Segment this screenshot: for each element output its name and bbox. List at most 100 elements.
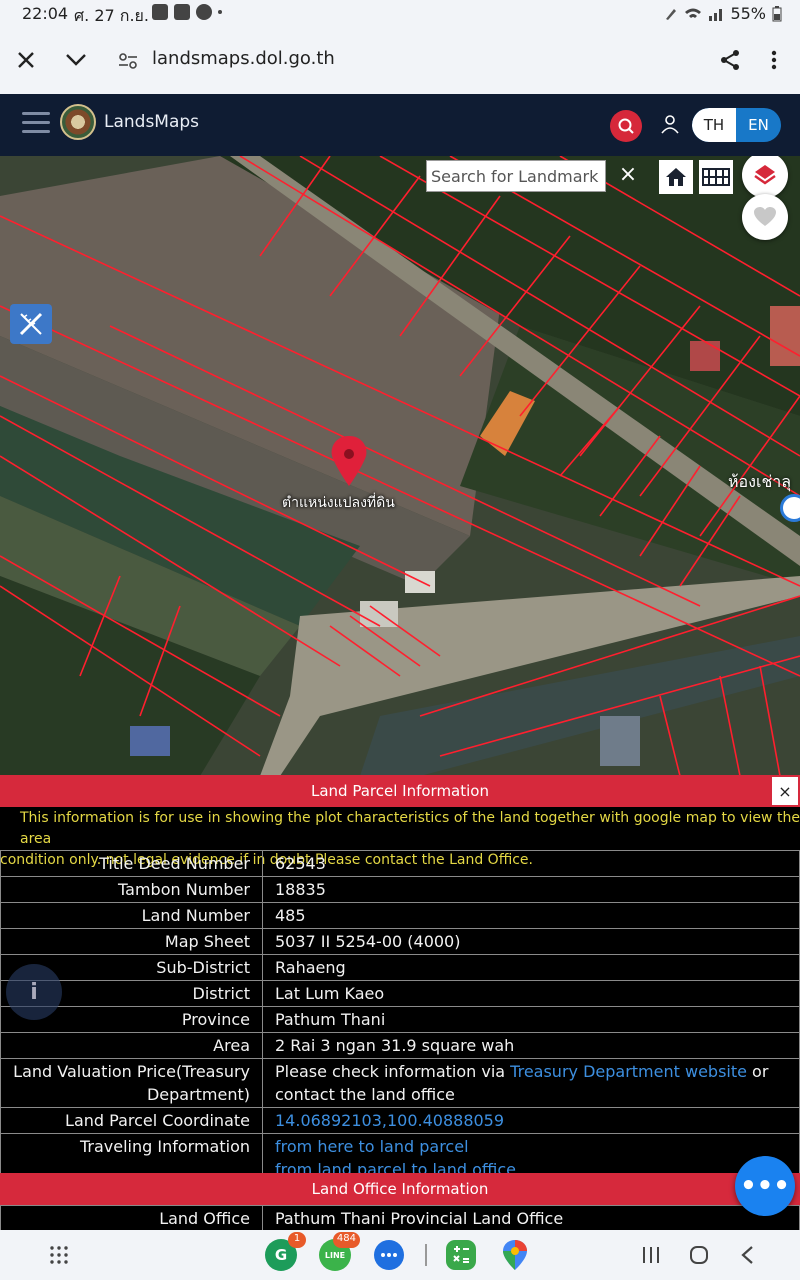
wifi-icon [685, 8, 702, 18]
row-value: Rahaeng [262, 954, 800, 981]
grid-toggle-button[interactable] [699, 160, 733, 194]
close-tab-button[interactable] [8, 42, 44, 78]
row-value: Pathum Thani Provincial Land Office [262, 1205, 800, 1230]
row-key: Land Valuation Price(Treasury Department… [0, 1058, 263, 1108]
row-value: 14.06892103,100.40888059 [262, 1107, 800, 1134]
maps-app-button[interactable] [498, 1238, 532, 1272]
heart-icon [754, 207, 776, 226]
table-row: Tambon Number 18835 [0, 876, 800, 903]
table-row: Title Deed Number 62543 [0, 850, 800, 877]
table-row: Land Valuation Price(Treasury Department… [0, 1058, 800, 1108]
row-value: Please check information via Treasury De… [262, 1058, 800, 1108]
menu-icon[interactable] [22, 112, 50, 134]
row-key: Land Office [0, 1205, 263, 1230]
home-icon [666, 168, 686, 186]
map-place-label: ห้องเช่าลุ [728, 472, 792, 491]
pen-icon [666, 8, 677, 20]
share-button[interactable] [712, 42, 748, 78]
app-header: LandsMaps TH EN [0, 94, 800, 156]
table-row: Map Sheet 5037 II 5254-00 (4000) [0, 928, 800, 955]
language-toggle[interactable]: TH EN [692, 108, 781, 142]
row-value: Lat Lum Kaeo [262, 980, 800, 1007]
row-value: 485 [262, 902, 800, 929]
layers-icon [754, 165, 776, 185]
gallery-notification-icon [174, 4, 190, 20]
row-key: Land Parcel Coordinate [0, 1107, 263, 1134]
back-arrow-icon [741, 1246, 753, 1264]
row-value: 62543 [262, 850, 800, 877]
chat-button[interactable]: ••• [735, 1156, 795, 1216]
site-settings-icon[interactable] [118, 52, 138, 70]
home-nav-button[interactable] [682, 1238, 716, 1272]
back-button[interactable] [730, 1238, 764, 1272]
treasury-website-link[interactable]: Treasury Department website [510, 1062, 747, 1081]
landmark-search-input[interactable]: Search for Landmark [426, 160, 606, 192]
search-button[interactable] [610, 110, 642, 142]
table-row: Land Office Pathum Thani Provincial Land … [0, 1205, 800, 1230]
collapse-button[interactable] [58, 42, 94, 78]
browser-menu-button[interactable] [756, 42, 792, 78]
row-key: Area [0, 1032, 263, 1059]
valuation-prefix: Please check information via [275, 1062, 511, 1081]
line-app-button[interactable]: LINE 484 [318, 1232, 360, 1272]
close-icon [18, 52, 34, 68]
calculator-icon [446, 1240, 476, 1270]
row-value: 5037 II 5254-00 (4000) [262, 928, 800, 955]
browser-toolbar: landsmaps.dol.go.th [0, 28, 800, 94]
clear-search-button[interactable]: × [616, 162, 640, 187]
brand-name: LandsMaps [104, 112, 200, 132]
more-vertical-icon [771, 50, 777, 70]
calculator-app-button[interactable] [444, 1238, 478, 1272]
chevron-down-icon [66, 54, 86, 66]
dol-logo [60, 104, 96, 140]
table-row: Province Pathum Thani [0, 1006, 800, 1033]
parcel-info-table: Title Deed Number 62543 Tambon Number 1883… [0, 850, 800, 1183]
signal-icon [709, 8, 723, 21]
favorite-button[interactable] [742, 194, 788, 240]
satellite-map[interactable]: Search for Landmark × ตำแหน่งแปลงที่ดิน … [0, 156, 800, 776]
table-row: Area 2 Rai 3 ngan 31.9 square wah [0, 1032, 800, 1059]
info-button[interactable]: i [6, 964, 62, 1020]
status-time: 22:04 [22, 4, 69, 23]
app-drawer-button[interactable] [42, 1238, 76, 1272]
map-imagery [0, 156, 800, 776]
search-icon [618, 118, 634, 134]
more-notifications-icon [218, 10, 222, 14]
coordinate-link[interactable]: 14.06892103,100.40888059 [275, 1111, 504, 1130]
measure-tool-button[interactable] [10, 304, 52, 344]
ruler-pencil-icon [19, 312, 43, 336]
recents-icon [643, 1247, 659, 1263]
row-value: Pathum Thani [262, 1006, 800, 1033]
panel-title: Land Parcel Information [0, 775, 800, 807]
app-g-button[interactable]: G 1 [264, 1232, 306, 1272]
notification-icons [152, 4, 222, 20]
lang-en-option[interactable]: EN [736, 108, 781, 142]
land-parcel-panel: Land Parcel Information × This informati… [0, 775, 800, 1230]
land-office-section-title: Land Office Information [0, 1173, 800, 1205]
place-marker-icon[interactable] [780, 494, 800, 522]
recents-button[interactable] [634, 1238, 668, 1272]
battery-icon [772, 5, 782, 21]
lang-th-option[interactable]: TH [692, 108, 736, 142]
messages-icon [374, 1240, 404, 1270]
status-date: ศ. 27 ก.ย. [74, 6, 150, 25]
apps-grid-icon [50, 1246, 68, 1264]
row-key: Title Deed Number [0, 850, 263, 877]
battery-percent: 55% [730, 4, 766, 23]
row-key: Map Sheet [0, 928, 263, 955]
land-office-table: Land Office Pathum Thani Provincial Land … [0, 1205, 800, 1230]
home-button[interactable] [659, 160, 693, 194]
status-bar: 22:04 ศ. 27 ก.ย. 55% [0, 0, 800, 28]
row-key: Tambon Number [0, 876, 263, 903]
user-icon[interactable] [660, 114, 680, 134]
panel-close-button[interactable]: × [772, 777, 798, 805]
parcel-location-label: ตำแหน่งแปลงที่ดิน [282, 495, 395, 511]
notification-badge: 1 [288, 1232, 306, 1248]
cloud-notification-icon [196, 4, 212, 20]
url-text[interactable]: landsmaps.dol.go.th [152, 48, 335, 69]
route-to-parcel-link[interactable]: from here to land parcel [275, 1135, 787, 1158]
nav-divider [425, 1244, 427, 1266]
system-navbar: G 1 LINE 484 [0, 1230, 800, 1280]
messages-app-button[interactable] [372, 1238, 406, 1272]
row-key: Land Number [0, 902, 263, 929]
